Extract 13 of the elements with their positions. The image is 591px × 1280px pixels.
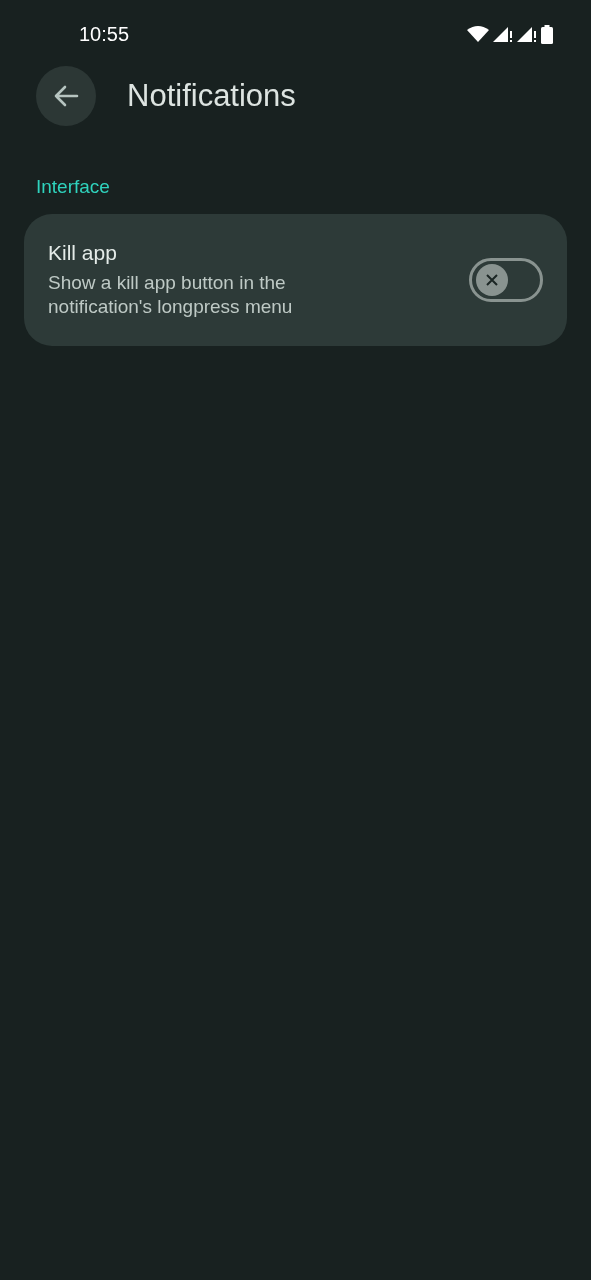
close-icon: [485, 273, 499, 287]
section-header: Interface: [35, 176, 111, 198]
status-time: 10:55: [79, 22, 130, 46]
signal-icon: [517, 26, 537, 42]
toggle-switch[interactable]: [469, 258, 543, 302]
setting-title: Kill app: [48, 241, 118, 265]
page-title: Notifications: [127, 78, 296, 114]
back-arrow-icon: [53, 85, 79, 107]
battery-icon: [541, 24, 553, 44]
wifi-icon: [467, 26, 489, 42]
signal-icon: [493, 26, 513, 42]
setting-card[interactable]: Kill app Show a kill app button in the notification's longpress menu: [24, 214, 567, 346]
setting-summary: Show a kill app button in the notification's longpress menu: [48, 271, 294, 319]
